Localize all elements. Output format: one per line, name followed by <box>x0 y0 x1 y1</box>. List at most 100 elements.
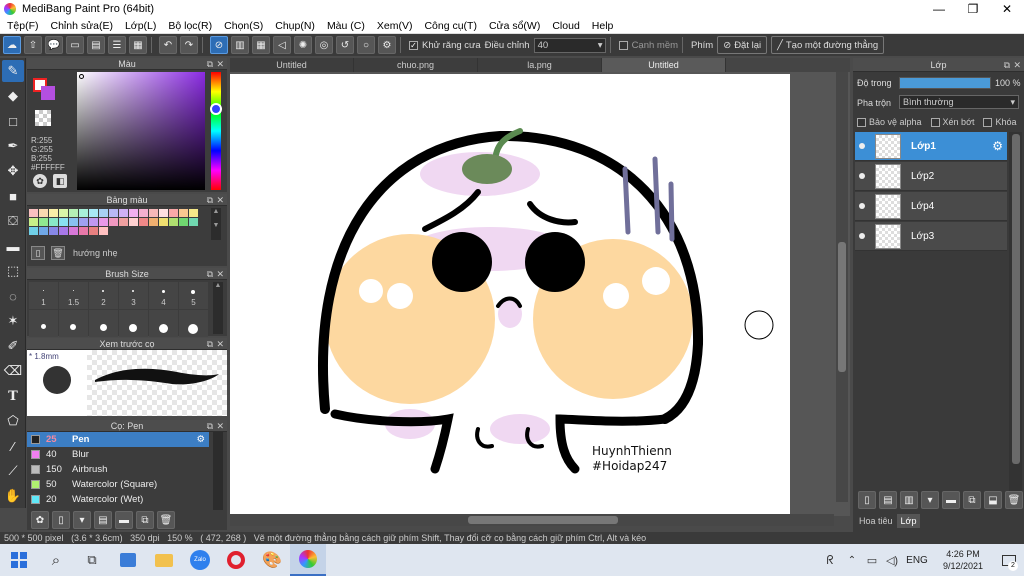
zalo-icon[interactable]: Zalo <box>182 544 218 576</box>
color-swatch[interactable] <box>149 218 158 226</box>
medibang-taskbar-icon[interactable] <box>290 544 326 576</box>
close-window-button[interactable]: ✕ <box>990 0 1024 18</box>
layer-row[interactable]: Lớp4 <box>855 192 1007 221</box>
duplicate-layer-icon[interactable]: ⧉ <box>963 491 981 509</box>
color-swatch[interactable] <box>189 209 198 217</box>
new-palette-icon[interactable]: ▯ <box>31 246 45 260</box>
delete-layer-icon[interactable]: 🗑 <box>1005 491 1023 509</box>
edge-checkbox[interactable] <box>618 40 628 50</box>
tab-untitled-1[interactable]: Untitled <box>230 58 354 72</box>
maximize-button[interactable]: ❐ <box>956 0 990 18</box>
brush-size-cell[interactable] <box>149 310 178 337</box>
brush-list-item[interactable]: 20 Watercolor (Wet) <box>27 492 209 507</box>
eraser-tool-icon[interactable]: ◆ <box>2 85 24 107</box>
minimize-button[interactable]: — <box>922 0 956 18</box>
color-swatch[interactable] <box>69 209 78 217</box>
color-swatch[interactable] <box>139 209 148 217</box>
color-swatch[interactable] <box>119 218 128 226</box>
palette-wheel-icon[interactable]: ✿ <box>33 174 47 188</box>
layer-scroll-thumb[interactable] <box>1011 134 1020 464</box>
brush-size-scrollbar[interactable]: ▲ <box>213 282 223 334</box>
folder-icon[interactable]: ▬ <box>115 511 133 529</box>
close-icon[interactable]: ✕ <box>216 194 224 206</box>
antialias-checkbox[interactable]: ✓ <box>409 40 418 50</box>
opacity-slider[interactable] <box>899 77 991 89</box>
file-explorer-icon[interactable] <box>146 544 182 576</box>
bucket-tool-icon[interactable]: ⛋ <box>2 210 24 232</box>
search-icon[interactable]: ⌕ <box>38 544 74 576</box>
layer-menu-icon[interactable]: ▾ <box>921 491 939 509</box>
new-8bit-layer-icon[interactable]: ▥ <box>900 491 918 509</box>
menu-view[interactable]: Xem(V) <box>372 20 418 32</box>
canvas-h-scroll-thumb[interactable] <box>468 516 618 524</box>
swatch-scrollbar[interactable]: ▲ ▼ <box>211 208 221 240</box>
color-swatch[interactable] <box>169 218 178 226</box>
color-swatch[interactable] <box>69 218 78 226</box>
transparent-swatch[interactable] <box>35 110 51 126</box>
copy-brush-icon[interactable]: ⧉ <box>136 511 154 529</box>
brush-size-cell[interactable]: 2 <box>89 282 118 309</box>
color-swatch[interactable] <box>49 209 58 217</box>
circle-snap-icon[interactable]: ○ <box>357 36 375 54</box>
color-swatch[interactable] <box>179 209 188 217</box>
shape-tool-icon[interactable]: □ <box>2 110 24 132</box>
color-swatch[interactable] <box>129 218 138 226</box>
color-swatch[interactable] <box>159 218 168 226</box>
menu-filter[interactable]: Bộ lọc(R) <box>163 20 217 32</box>
color-swatch[interactable] <box>29 227 38 235</box>
tab-la[interactable]: la.png <box>478 58 602 72</box>
lock-checkbox[interactable] <box>983 117 993 127</box>
color-swatch[interactable] <box>99 218 108 226</box>
language-indicator[interactable]: ENG <box>902 544 932 576</box>
adjust-dropdown[interactable]: 40 ▾ <box>533 37 606 53</box>
volume-icon[interactable]: ◁) <box>882 544 902 576</box>
share-icon[interactable]: ⇧ <box>24 36 42 54</box>
color-swatch[interactable] <box>79 218 88 226</box>
color-swatch[interactable] <box>149 209 158 217</box>
color-swatch[interactable] <box>189 218 198 226</box>
opera-icon[interactable] <box>218 544 254 576</box>
color-swatch[interactable] <box>49 218 58 226</box>
parallel-snap-icon[interactable]: ▥ <box>231 36 249 54</box>
new-halftone-layer-icon[interactable]: ▤ <box>879 491 897 509</box>
tab-navigator[interactable]: Hoa tiêu <box>855 514 897 528</box>
brush-size-cell[interactable]: 1.5 <box>59 282 88 309</box>
clock[interactable]: 4:26 PM 9/12/2021 <box>932 548 994 572</box>
color-swatch[interactable] <box>59 209 68 217</box>
lasso-tool-icon[interactable]: ◌ <box>2 285 24 307</box>
notification-icon[interactable]: 2 <box>994 544 1024 576</box>
menu-cloud[interactable]: Cloud <box>547 20 584 32</box>
brush-size-cell[interactable]: 5 <box>179 282 208 309</box>
color-swatch[interactable] <box>99 227 108 235</box>
color-swatch[interactable] <box>89 227 98 235</box>
color-swatch[interactable] <box>39 227 48 235</box>
brush-list-item[interactable]: 50 Watercolor (Square) <box>27 477 209 492</box>
merge-layer-icon[interactable]: ⬓ <box>984 491 1002 509</box>
menu-layer[interactable]: Lớp(L) <box>120 20 161 32</box>
visibility-eye-icon[interactable] <box>859 173 865 179</box>
network-icon[interactable]: ▭ <box>862 544 882 576</box>
close-icon[interactable]: ✕ <box>216 58 224 70</box>
color-swatch[interactable] <box>99 209 108 217</box>
gear-icon[interactable]: ⚙ <box>196 434 205 445</box>
message-icon[interactable]: ▭ <box>66 36 84 54</box>
secondary-color-swatch[interactable] <box>41 86 55 100</box>
brush-doc-icon[interactable]: ▤ <box>94 511 112 529</box>
tab-untitled-2[interactable]: Untitled <box>602 58 726 72</box>
menu-edit[interactable]: Chỉnh sửa(E) <box>46 20 118 32</box>
brush-size-cell[interactable]: 4 <box>149 282 178 309</box>
snap-off-icon[interactable]: ⊘ <box>210 36 228 54</box>
menu-help[interactable]: Help <box>587 20 619 32</box>
tray-chevron-icon[interactable]: ⌃ <box>842 544 862 576</box>
grid-icon[interactable]: ▦ <box>129 36 147 54</box>
add-brush-icon[interactable]: ▯ <box>52 511 70 529</box>
menu-tools[interactable]: Công cụ(T) <box>419 20 482 32</box>
color-swatch[interactable] <box>79 209 88 217</box>
visibility-eye-icon[interactable] <box>859 233 865 239</box>
menu-color[interactable]: Màu (C) <box>322 20 370 32</box>
brush-size-cell[interactable]: 1 <box>29 282 58 309</box>
color-mixer-icon[interactable]: ◧ <box>53 174 67 188</box>
undock-icon[interactable]: ⧉ <box>207 58 213 70</box>
layer-folder-icon[interactable]: ▬ <box>942 491 960 509</box>
text-tool-icon[interactable]: T <box>2 385 24 407</box>
